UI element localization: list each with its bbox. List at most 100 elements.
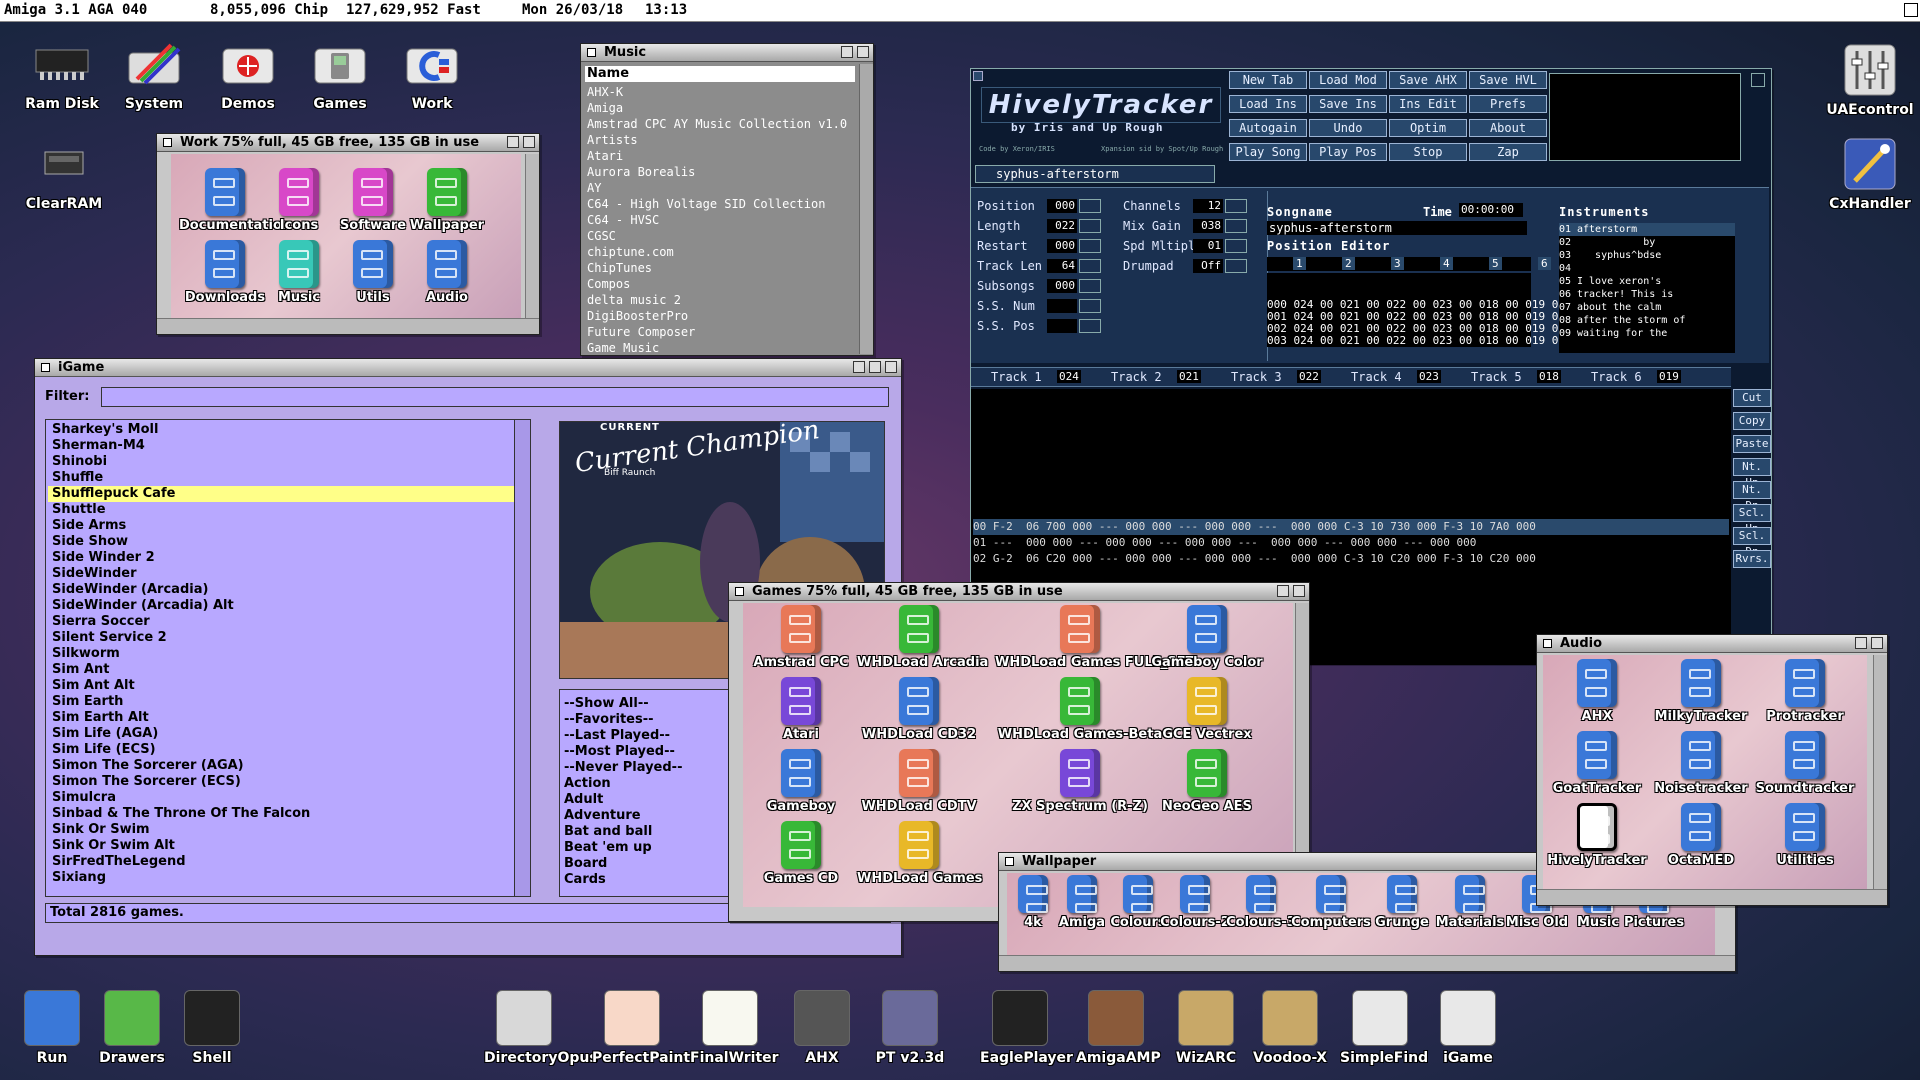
- game-list-item[interactable]: Sim Earth: [48, 694, 518, 710]
- game-list-item[interactable]: Shufflepuck Cafe: [48, 486, 518, 502]
- game-list-item[interactable]: SideWinder: [48, 566, 518, 582]
- list-item[interactable]: Amstrad CPC AY Music Collection v1.0: [587, 116, 857, 132]
- drawer-neogeo-aes[interactable]: NeoGeo AES: [1145, 749, 1269, 814]
- list-item[interactable]: Compos: [587, 276, 857, 292]
- desktop-demos[interactable]: Demos: [198, 34, 298, 112]
- drawer-utilities[interactable]: Utilities: [1753, 803, 1857, 868]
- horizontal-scrollbar[interactable]: [1537, 889, 1887, 905]
- genre-list-item[interactable]: Cards: [560, 872, 682, 888]
- ins-edit-button[interactable]: Ins Edit: [1389, 95, 1467, 113]
- dock-finalwriter[interactable]: FinalWriter: [690, 990, 779, 1066]
- drawer-octamed[interactable]: OctaMED: [1649, 803, 1753, 868]
- scl-up-button[interactable]: Scl. Up: [1733, 504, 1771, 535]
- list-item[interactable]: Amiga: [587, 100, 857, 116]
- drawer-noisetracker[interactable]: Noisetracker: [1649, 731, 1753, 796]
- param-value-spd-mltipl[interactable]: 01: [1193, 239, 1223, 253]
- undo-button[interactable]: Undo: [1309, 119, 1387, 137]
- zoom-gadget[interactable]: [1855, 637, 1867, 649]
- list-item[interactable]: DigiBoosterPro: [587, 308, 857, 324]
- play-song-button[interactable]: Play Song: [1229, 143, 1307, 161]
- param-stepper[interactable]: [1225, 199, 1247, 213]
- drawer-milkytracker[interactable]: MilkyTracker: [1649, 659, 1753, 724]
- paste-button[interactable]: Paste: [1733, 435, 1771, 453]
- instrument-row[interactable]: 04: [1559, 262, 1735, 275]
- drawer-gce-vectrex[interactable]: GCE Vectrex: [1145, 677, 1269, 742]
- param-stepper[interactable]: [1079, 199, 1101, 213]
- load-mod-button[interactable]: Load Mod: [1309, 71, 1387, 89]
- drawer-whdload-games-full-set[interactable]: WHDLoad Games FULL_SET: [995, 605, 1195, 670]
- copy-button[interactable]: Copy: [1733, 412, 1771, 430]
- track-number[interactable]: 024: [1057, 370, 1081, 383]
- music-window-titlebar[interactable]: Music: [581, 44, 873, 62]
- game-list-item[interactable]: SirFredTheLegend: [48, 854, 518, 870]
- zoom-gadget[interactable]: [507, 136, 519, 148]
- songname-input[interactable]: syphus-afterstorm: [1267, 221, 1527, 235]
- about-button[interactable]: About: [1469, 119, 1547, 137]
- dock-drawers[interactable]: Drawers: [92, 990, 172, 1066]
- instrument-row[interactable]: 02 by: [1559, 236, 1735, 249]
- track-label[interactable]: Track 4: [1351, 370, 1402, 384]
- param-value-subsongs[interactable]: 000: [1047, 279, 1077, 293]
- game-list-item[interactable]: Simon The Sorcerer (AGA): [48, 758, 518, 774]
- game-list-item[interactable]: SideWinder (Arcadia) Alt: [48, 598, 518, 614]
- audio-window[interactable]: Audio AHX MilkyTracker Protracker GoatTrack…: [1536, 634, 1888, 906]
- param-value-s-s-num[interactable]: [1047, 299, 1077, 313]
- drawer-materials[interactable]: Materials: [1433, 875, 1507, 930]
- game-list-item[interactable]: Side Show: [48, 534, 518, 550]
- game-list-item[interactable]: Shuffle: [48, 470, 518, 486]
- track-number[interactable]: 019: [1657, 370, 1681, 383]
- genre-list-item[interactable]: --Most Played--: [560, 744, 682, 760]
- game-list-item[interactable]: Sink Or Swim: [48, 822, 518, 838]
- music-window[interactable]: Music Name AHX-K Amiga Amstrad CPC AY Musi…: [580, 43, 874, 356]
- game-list-item[interactable]: Side Winder 2: [48, 550, 518, 566]
- vertical-scrollbar[interactable]: [1873, 655, 1887, 889]
- genre-list-item[interactable]: --Never Played--: [560, 760, 682, 776]
- genre-list[interactable]: --Show All-- --Favorites-- --Last Played--…: [560, 696, 682, 888]
- genre-list-item[interactable]: Adventure: [560, 808, 682, 824]
- genre-list-item[interactable]: Bat and ball: [560, 824, 682, 840]
- genre-list-item[interactable]: Board: [560, 856, 682, 872]
- depth-gadget[interactable]: [1751, 73, 1765, 87]
- track-number[interactable]: 023: [1417, 370, 1441, 383]
- drawer-computers[interactable]: Computers: [1289, 875, 1373, 930]
- zoom-gadget[interactable]: [841, 46, 853, 58]
- song-tab[interactable]: syphus-afterstorm: [975, 165, 1215, 183]
- dock-voodoo-x[interactable]: Voodoo-X: [1250, 990, 1330, 1066]
- desktop-work[interactable]: Work: [382, 34, 482, 112]
- vertical-scrollbar[interactable]: [514, 420, 530, 896]
- save-ins-button[interactable]: Save Ins: [1309, 95, 1387, 113]
- drawer-gameboy[interactable]: Gameboy: [745, 749, 857, 814]
- desktop-ram-disk[interactable]: Ram Disk: [12, 34, 112, 112]
- stop-button[interactable]: Stop: [1389, 143, 1467, 161]
- depth-gadget[interactable]: [523, 136, 535, 148]
- instrument-row[interactable]: 09 waiting for the: [1559, 327, 1735, 340]
- dock-run[interactable]: Run: [12, 990, 92, 1066]
- param-stepper[interactable]: [1079, 259, 1101, 273]
- drawer-whdload-games-beta[interactable]: WHDLoad Games-Beta: [995, 677, 1165, 742]
- genre-list-item[interactable]: Adult: [560, 792, 682, 808]
- play-pos-button[interactable]: Play Pos: [1309, 143, 1387, 161]
- game-list-item[interactable]: Sinbad & The Throne Of The Falcon: [48, 806, 518, 822]
- game-list-item[interactable]: Sim Life (AGA): [48, 726, 518, 742]
- vertical-scrollbar[interactable]: [525, 154, 539, 318]
- games-window-titlebar[interactable]: Games 75% full, 45 GB free, 135 GB in us…: [729, 583, 1309, 601]
- dock-perfectpaint[interactable]: PerfectPaint: [592, 990, 690, 1066]
- genre-list-item[interactable]: --Favorites--: [560, 712, 682, 728]
- close-gadget[interactable]: [735, 587, 744, 596]
- param-stepper[interactable]: [1079, 279, 1101, 293]
- instrument-row[interactable]: 07 about the calm: [1559, 301, 1735, 314]
- close-gadget[interactable]: [1005, 857, 1014, 866]
- instrument-list[interactable]: 01 afterstorm 02 by 03 syphus^bdse 04 05 I lov…: [1559, 223, 1735, 353]
- cut-button[interactable]: Cut: [1733, 389, 1771, 407]
- dock-amigaamp[interactable]: AmigaAMP: [1076, 990, 1161, 1066]
- genre-list-item[interactable]: Action: [560, 776, 682, 792]
- game-list[interactable]: Sharkey's Moll Sherman-M4 Shinobi Shuffle Sh…: [48, 422, 518, 886]
- drawer-grunge[interactable]: Grunge: [1367, 875, 1437, 930]
- param-value-mix-gain[interactable]: 038: [1193, 219, 1223, 233]
- close-gadget[interactable]: [587, 48, 596, 57]
- game-list-item[interactable]: Sim Ant: [48, 662, 518, 678]
- instrument-row[interactable]: 03 syphus^bdse: [1559, 249, 1735, 262]
- game-list-item[interactable]: Sim Earth Alt: [48, 710, 518, 726]
- game-list-item[interactable]: Sierra Soccer: [48, 614, 518, 630]
- close-gadget[interactable]: [41, 363, 50, 372]
